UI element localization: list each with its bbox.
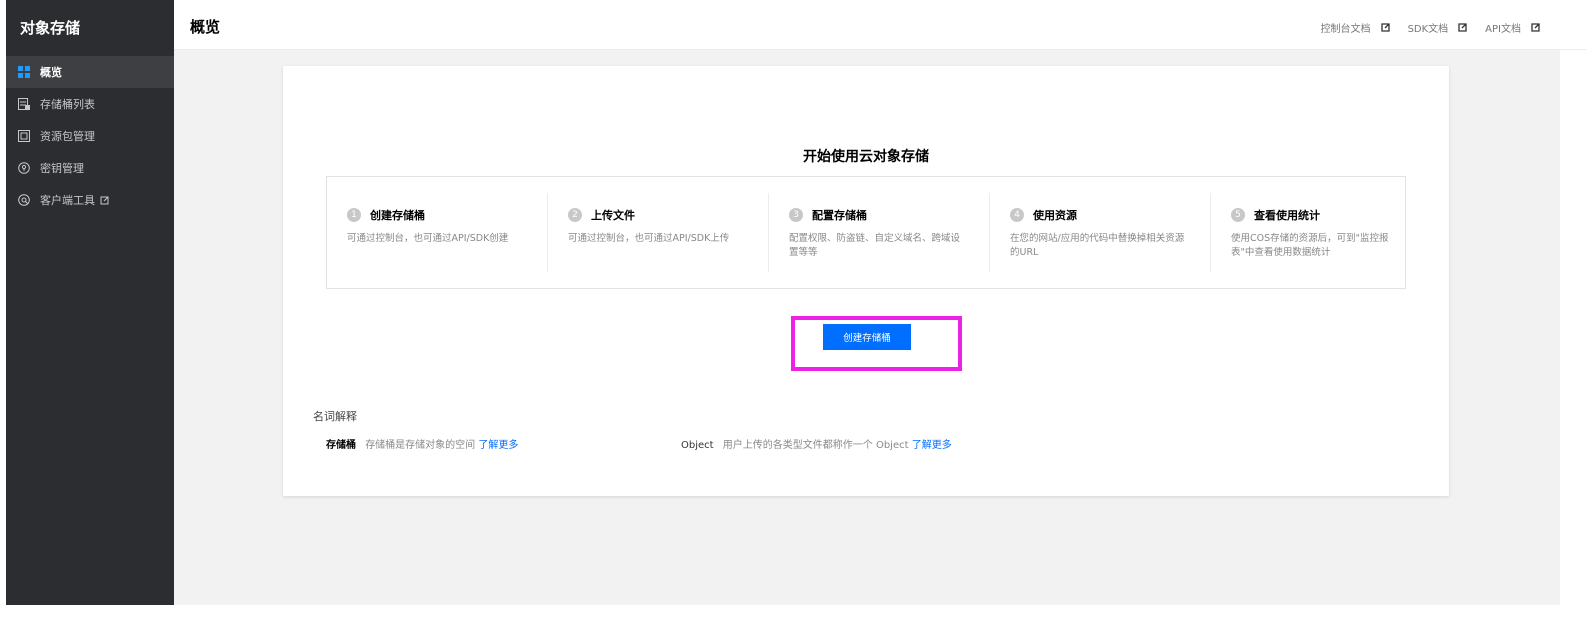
glossary-title: 名词解释 — [313, 410, 357, 423]
sidebar-title: 对象存储 — [20, 19, 81, 37]
step-title: 使用资源 — [1033, 209, 1077, 222]
glossary-item-object: Object 用户上传的各类型文件都称作一个 Object 了解更多 — [681, 436, 952, 451]
learn-more-link[interactable]: 了解更多 — [478, 440, 518, 451]
getting-started-card: 开始使用云对象存储 1 创建存储桶 可通过控制台，也可通过API/SDK创建 2… — [283, 66, 1449, 496]
link-label: 控制台文档 — [1320, 24, 1371, 35]
glossary-term: Object — [681, 440, 714, 451]
step-title: 配置存储桶 — [812, 209, 867, 222]
step-number: 5 — [1231, 208, 1245, 222]
create-bucket-button[interactable]: 创建存储桶 — [823, 324, 911, 350]
step-header: 2 上传文件 — [568, 207, 748, 223]
external-link-icon — [1531, 23, 1540, 32]
glossary-item-bucket: 存储桶 存储桶是存储对象的空间 了解更多 — [326, 436, 518, 451]
sidebar-item-overview[interactable]: 概览 — [6, 56, 174, 88]
main-content: 开始使用云对象存储 1 创建存储桶 可通过控制台，也可通过API/SDK创建 2… — [174, 50, 1560, 605]
step-header: 4 使用资源 — [1010, 207, 1190, 223]
glossary-desc: 用户上传的各类型文件都称作一个 Object — [722, 440, 909, 451]
step-item: 2 上传文件 可通过控制台，也可通过API/SDK上传 — [548, 193, 769, 272]
link-label: API文档 — [1485, 24, 1521, 35]
bucket-list-icon — [18, 98, 30, 110]
sidebar-item-label: 密钥管理 — [40, 162, 84, 175]
console-doc-link[interactable]: 控制台文档 — [1321, 20, 1390, 35]
step-item: 5 查看使用统计 使用COS存储的资源后，可到"监控报表"中查看使用数据统计 — [1211, 193, 1431, 272]
step-description: 配置权限、防盗链、自定义域名、跨域设置等等 — [789, 233, 961, 258]
glossary-desc: 存储桶是存储对象的空间 — [365, 440, 476, 451]
external-link-icon — [1458, 23, 1467, 32]
steps-panel: 1 创建存储桶 可通过控制台，也可通过API/SDK创建 2 上传文件 可通过控… — [326, 176, 1406, 289]
external-link-icon — [1380, 23, 1390, 32]
card-title: 开始使用云对象存储 — [803, 149, 929, 165]
step-title: 上传文件 — [591, 209, 635, 222]
key-icon — [18, 162, 30, 174]
step-number: 3 — [789, 208, 803, 222]
step-item: 1 创建存储桶 可通过控制台，也可通过API/SDK创建 — [327, 193, 548, 272]
top-header: 概览 控制台文档 SDK文档 API文档 — [174, 0, 1586, 50]
step-header: 3 配置存储桶 — [789, 207, 969, 223]
step-description: 可通过控制台，也可通过API/SDK创建 — [347, 233, 509, 244]
sidebar-item-bucket-list[interactable]: 存储桶列表 — [6, 88, 174, 120]
api-doc-link[interactable]: API文档 — [1485, 20, 1540, 35]
sidebar-item-package[interactable]: 资源包管理 — [6, 120, 174, 152]
step-description: 在您的网站/应用的代码中替换掉相关资源的URL — [1010, 233, 1185, 258]
header-doc-links: 控制台文档 SDK文档 API文档 — [1321, 20, 1540, 35]
step-title: 查看使用统计 — [1254, 209, 1320, 222]
step-description: 可通过控制台，也可通过API/SDK上传 — [568, 233, 730, 244]
step-item: 3 配置存储桶 配置权限、防盗链、自定义域名、跨域设置等等 — [769, 193, 990, 272]
external-link-icon — [100, 196, 109, 205]
sidebar: 对象存储 概览 存储桶列表 资源包管理 密钥管理 客户端工具 — [6, 0, 174, 605]
app-root: 对象存储 概览 存储桶列表 资源包管理 密钥管理 客户端工具 概览 控制台文档 … — [0, 0, 1586, 619]
client-tool-icon — [18, 194, 30, 206]
step-item: 4 使用资源 在您的网站/应用的代码中替换掉相关资源的URL — [990, 193, 1211, 272]
step-header: 1 创建存储桶 — [347, 207, 527, 223]
step-number: 2 — [568, 208, 582, 222]
sidebar-item-key[interactable]: 密钥管理 — [6, 152, 174, 184]
sidebar-item-label: 存储桶列表 — [40, 98, 95, 111]
step-number: 1 — [347, 208, 361, 222]
package-icon — [18, 130, 30, 142]
sdk-doc-link[interactable]: SDK文档 — [1408, 20, 1468, 35]
step-number: 4 — [1010, 208, 1024, 222]
grid-icon — [18, 66, 30, 78]
learn-more-link[interactable]: 了解更多 — [912, 440, 952, 451]
sidebar-item-label: 概览 — [40, 66, 62, 79]
step-title: 创建存储桶 — [370, 209, 425, 222]
glossary-term: 存储桶 — [326, 440, 356, 451]
link-label: SDK文档 — [1407, 24, 1449, 35]
sidebar-item-label: 资源包管理 — [40, 130, 95, 143]
sidebar-item-client-tool[interactable]: 客户端工具 — [6, 184, 174, 216]
step-description: 使用COS存储的资源后，可到"监控报表"中查看使用数据统计 — [1231, 233, 1389, 258]
step-header: 5 查看使用统计 — [1231, 207, 1411, 223]
page-title: 概览 — [190, 18, 221, 36]
sidebar-item-label: 客户端工具 — [40, 194, 95, 207]
